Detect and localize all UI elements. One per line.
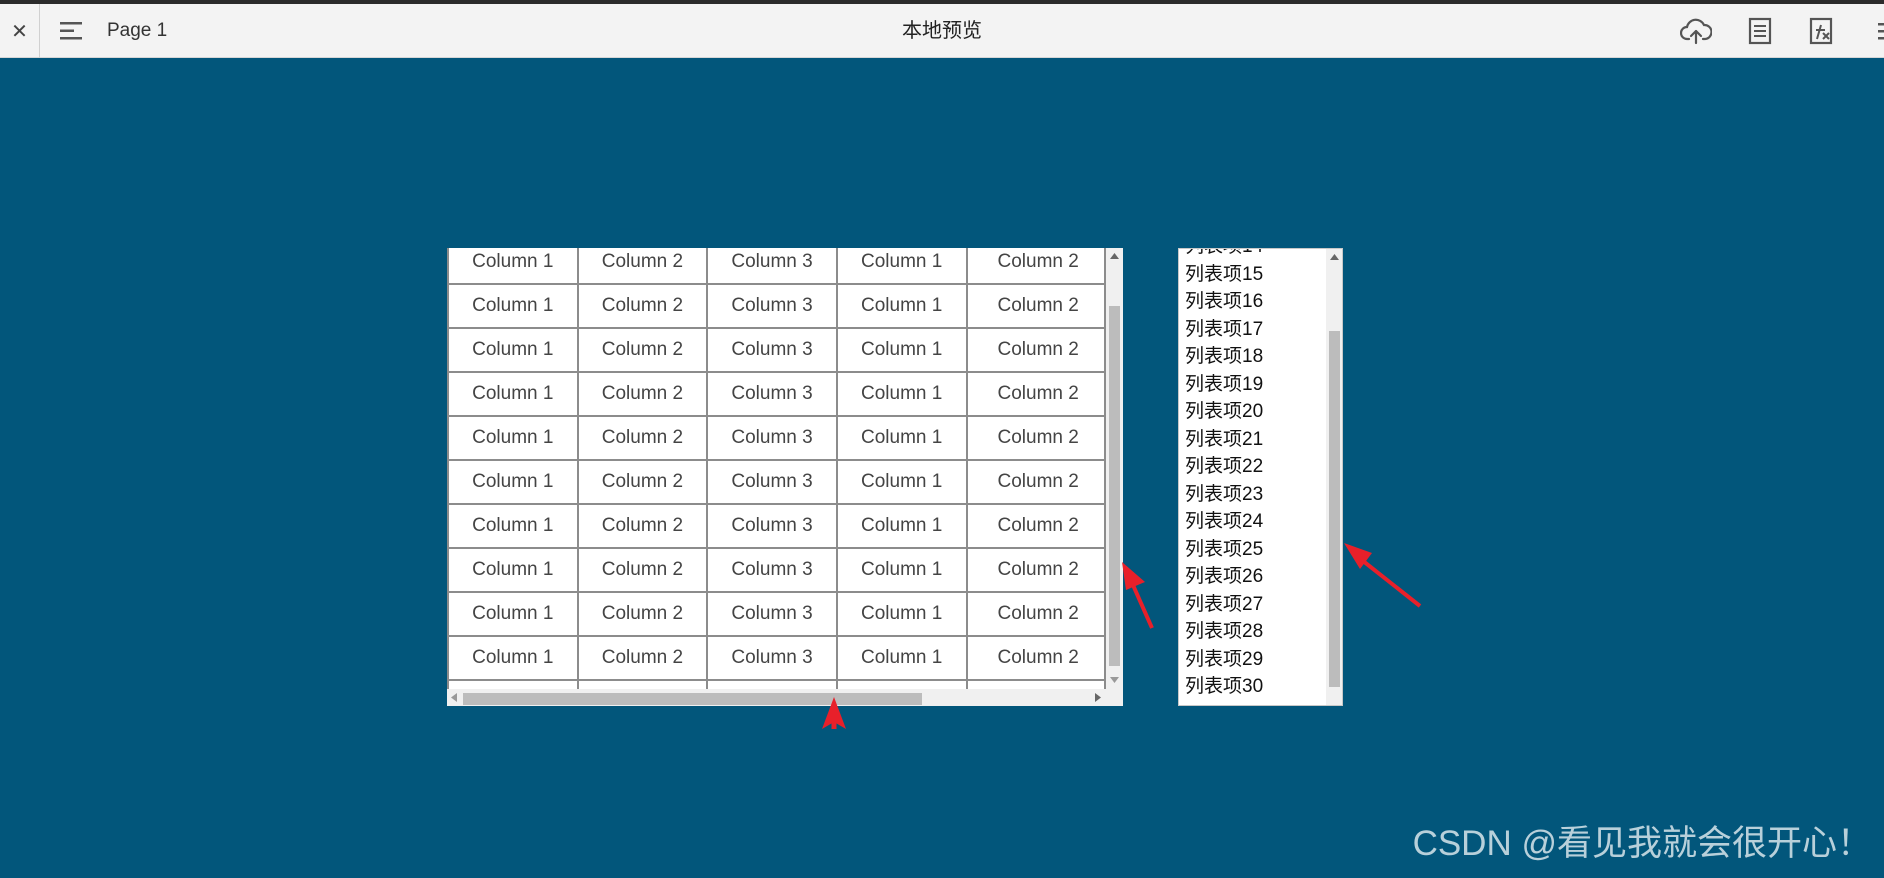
annotation-arrows [822,543,1422,729]
arrow-icon [1122,562,1154,629]
watermark: CSDN @看见我就会很开心！ [1412,824,1872,863]
arrow-icon [822,697,846,729]
arrow-icon [1344,543,1422,608]
